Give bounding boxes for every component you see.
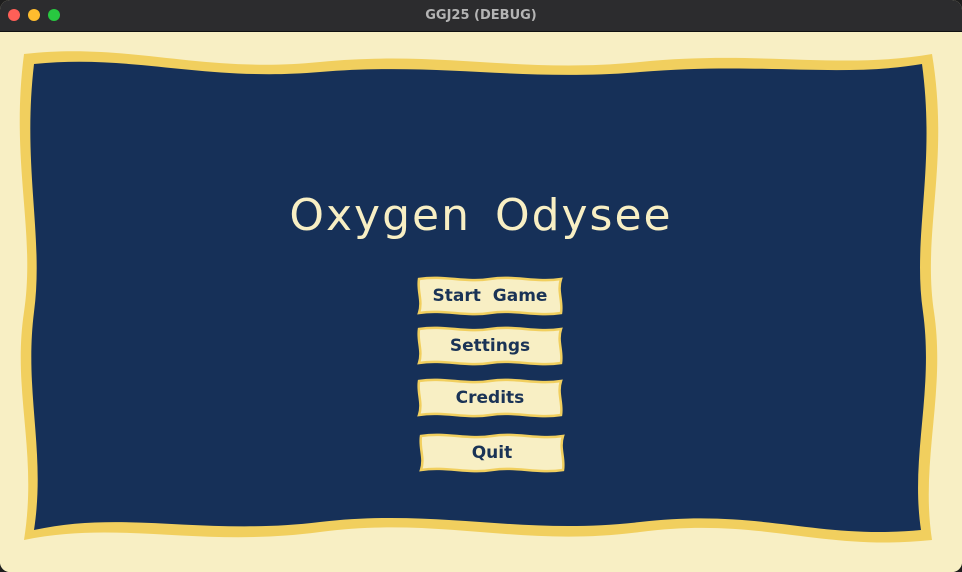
quit-label: Quit [471, 443, 513, 463]
window-title: GGJ25 (DEBUG) [425, 8, 537, 23]
credits-label: Credits [455, 388, 525, 408]
game-canvas: Oxygen Odysee Start Game Settings Credit… [0, 32, 962, 572]
settings-button[interactable]: Settings [416, 325, 564, 367]
game-window: GGJ25 (DEBUG) Oxygen Odysee Start Game S… [0, 0, 962, 572]
title-bar[interactable]: GGJ25 (DEBUG) [0, 0, 962, 32]
game-title: Oxygen Odysee [289, 190, 673, 241]
start-game-button[interactable]: Start Game [416, 275, 564, 317]
start-game-label: Start Game [432, 286, 548, 306]
quit-button[interactable]: Quit [418, 432, 566, 474]
settings-label: Settings [449, 336, 531, 356]
credits-button[interactable]: Credits [416, 377, 564, 419]
